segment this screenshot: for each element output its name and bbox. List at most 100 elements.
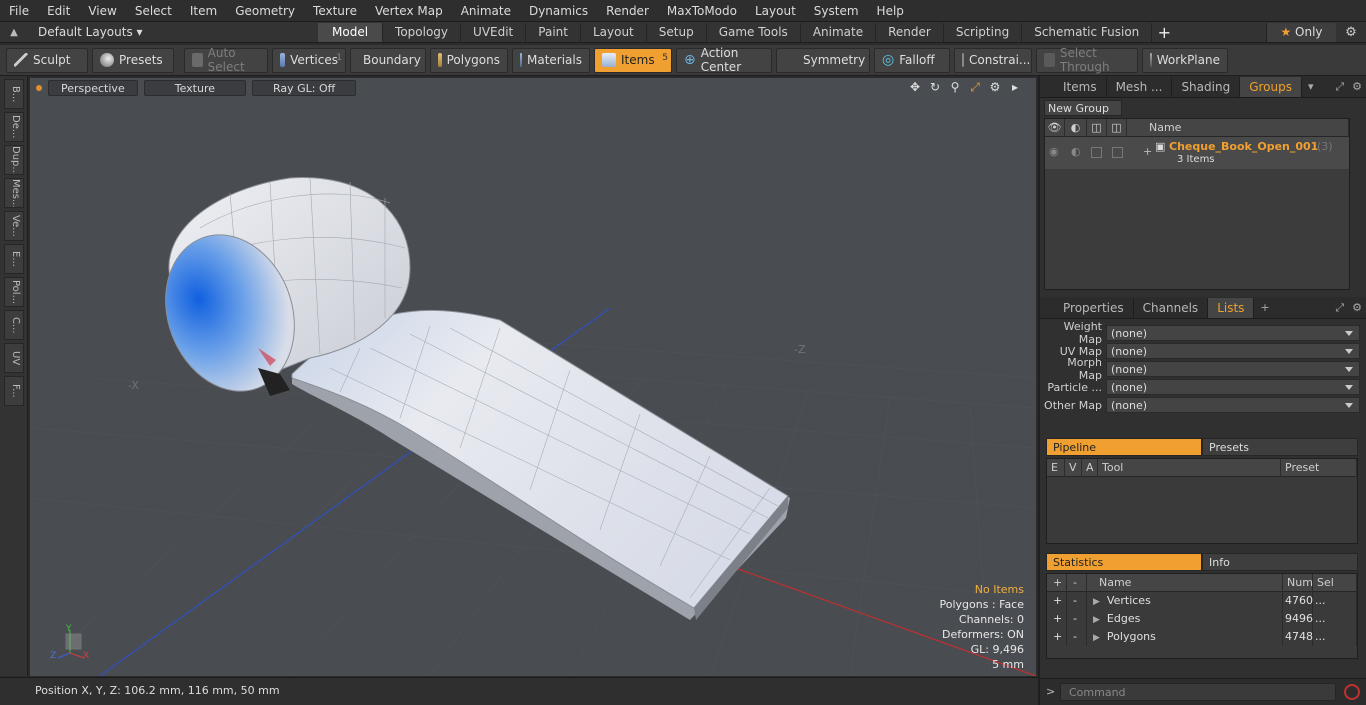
tab-schematic-fusion[interactable]: Schematic Fusion (1022, 22, 1153, 42)
left-tab-polygon[interactable]: Pol... (4, 277, 24, 307)
render-column-icon[interactable]: ◐ (1065, 118, 1087, 137)
collapse-icon[interactable]: ▲ (0, 27, 28, 38)
group-lock-box[interactable] (1091, 147, 1102, 158)
menu-vertex-map[interactable]: Vertex Map (366, 0, 452, 22)
tab-channels[interactable]: Channels (1134, 298, 1209, 318)
stats-add-all-button[interactable]: + (1047, 573, 1067, 592)
command-input[interactable]: Command (1060, 683, 1336, 701)
materials-button[interactable]: Materials (512, 47, 590, 73)
group-select-box[interactable] (1112, 147, 1123, 158)
group-row[interactable]: ◉ ◐ + ▣ Cheque_Book_Open_001 (3) 3 Items (1045, 137, 1349, 169)
group-name[interactable]: Cheque_Book_Open_001 (1169, 140, 1318, 153)
props-expand-icon[interactable]: ⤢ (1331, 298, 1348, 318)
viewport-menu-dot[interactable] (36, 85, 42, 91)
tab-info[interactable]: Info (1202, 553, 1358, 571)
viewport-settings-icon[interactable]: ⚙ (988, 80, 1002, 94)
menu-geometry[interactable]: Geometry (226, 0, 304, 22)
menu-item[interactable]: Item (181, 0, 226, 22)
expand-arrow-icon[interactable]: ▶ (1093, 633, 1100, 643)
menu-help[interactable]: Help (868, 0, 913, 22)
left-tab-duplicate[interactable]: Dup... (4, 145, 24, 175)
perspective-button[interactable]: Perspective (48, 80, 138, 96)
stats-row-edges[interactable]: + - ▶ Edges 9496 ... (1047, 610, 1357, 628)
tab-uvedit[interactable]: UVEdit (461, 22, 527, 42)
polygons-button[interactable]: Polygons (430, 47, 508, 73)
workplane-button[interactable]: WorkPlane (1142, 47, 1228, 73)
menu-system[interactable]: System (805, 0, 868, 22)
stats-row-polygons[interactable]: + - ▶ Polygons 4748 ... (1047, 628, 1357, 646)
tab-shading[interactable]: Shading (1172, 77, 1241, 97)
lock-column-icon[interactable]: ◫ (1087, 118, 1107, 137)
stats-row-add[interactable]: + (1047, 610, 1067, 628)
weight-map-select[interactable]: (none) (1106, 325, 1360, 341)
visibility-column-icon[interactable]: 👁 (1045, 118, 1065, 137)
record-macro-icon[interactable] (1344, 684, 1360, 700)
panel-expand-icon[interactable]: ⤢ (1331, 77, 1348, 97)
expand-arrow-icon[interactable]: ▶ (1093, 615, 1100, 625)
tab-groups[interactable]: Groups (1240, 77, 1302, 97)
maximize-icon[interactable]: ⤢ (968, 80, 982, 94)
menu-file[interactable]: File (0, 0, 38, 22)
raygl-button[interactable]: Ray GL: Off (252, 80, 357, 96)
tab-properties[interactable]: Properties (1054, 298, 1134, 318)
add-tab-icon[interactable]: + (1152, 23, 1176, 42)
tab-pipeline[interactable]: Pipeline (1046, 438, 1202, 456)
group-render-icon[interactable]: ◐ (1071, 145, 1081, 158)
other-map-select[interactable]: (none) (1106, 397, 1360, 413)
boundary-button[interactable]: Boundary (350, 47, 426, 73)
menu-dynamics[interactable]: Dynamics (520, 0, 597, 22)
presets-button[interactable]: Presets (92, 47, 174, 73)
viewport-expand-icon[interactable]: ▸ (1008, 80, 1022, 94)
left-tab-vertex[interactable]: Ve... (4, 211, 24, 241)
tab-render[interactable]: Render (876, 22, 944, 42)
menu-layout[interactable]: Layout (746, 0, 805, 22)
zoom-icon[interactable]: ⚲ (948, 80, 962, 94)
select-through-button[interactable]: Select Through (1036, 46, 1138, 74)
left-tab-mesh-edit[interactable]: Mes... (4, 178, 24, 208)
only-toggle[interactable]: ★ Only (1266, 22, 1336, 42)
tab-pipeline-presets[interactable]: Presets (1202, 438, 1358, 456)
expand-arrow-icon[interactable]: ▶ (1093, 597, 1100, 607)
left-tab-basic[interactable]: B... (4, 79, 24, 109)
tab-game-tools[interactable]: Game Tools (707, 22, 801, 42)
stats-row-vertices[interactable]: + - ▶ Vertices 4760 ... (1047, 592, 1357, 610)
action-center-button[interactable]: ⊕ Action Center (676, 46, 772, 74)
menu-edit[interactable]: Edit (38, 0, 79, 22)
tab-paint[interactable]: Paint (526, 22, 581, 42)
stats-row-remove[interactable]: - (1067, 628, 1087, 646)
settings-gear-icon[interactable]: ⚙ (1336, 25, 1366, 40)
stats-row-remove[interactable]: - (1067, 610, 1087, 628)
left-tab-fusion[interactable]: F... (4, 376, 24, 406)
props-gear-icon[interactable]: ⚙ (1348, 298, 1366, 318)
new-group-button[interactable]: New Group (1044, 100, 1122, 116)
default-layouts-dropdown[interactable]: Default Layouts ▾ (28, 25, 318, 39)
falloff-button[interactable]: ◎ Falloff (874, 47, 950, 73)
menu-render[interactable]: Render (597, 0, 658, 22)
left-tab-curve[interactable]: C... (4, 310, 24, 340)
panel-gear-icon[interactable]: ⚙ (1348, 77, 1366, 97)
tab-statistics[interactable]: Statistics (1046, 553, 1202, 571)
tab-topology[interactable]: Topology (383, 22, 462, 42)
pan-icon[interactable]: ✥ (908, 80, 922, 94)
vertices-button[interactable]: Vertices 1 (272, 47, 346, 73)
auto-select-button[interactable]: Auto Select (184, 46, 268, 74)
items-button[interactable]: Items 5 (594, 47, 672, 73)
particle-map-select[interactable]: (none) (1106, 379, 1360, 395)
menu-animate[interactable]: Animate (452, 0, 520, 22)
left-tab-uv[interactable]: UV (4, 343, 24, 373)
stats-row-add[interactable]: + (1047, 592, 1067, 610)
sculpt-button[interactable]: Sculpt (6, 47, 88, 73)
tab-items[interactable]: Items (1054, 77, 1107, 97)
group-expand-icon[interactable]: + (1143, 145, 1152, 158)
groups-tabs-dropdown-icon[interactable]: ▾ (1302, 77, 1320, 97)
stats-remove-all-button[interactable]: - (1067, 573, 1087, 592)
tab-scripting[interactable]: Scripting (944, 22, 1023, 42)
tab-model[interactable]: Model (318, 22, 384, 42)
menu-select[interactable]: Select (126, 0, 181, 22)
symmetry-button[interactable]: Symmetry (776, 47, 870, 73)
morph-map-select[interactable]: (none) (1106, 361, 1360, 377)
stats-row-remove[interactable]: - (1067, 592, 1087, 610)
group-visibility-icon[interactable]: ◉ (1049, 145, 1059, 158)
texture-button[interactable]: Texture (143, 80, 246, 96)
left-tab-deform[interactable]: De... (4, 112, 24, 142)
